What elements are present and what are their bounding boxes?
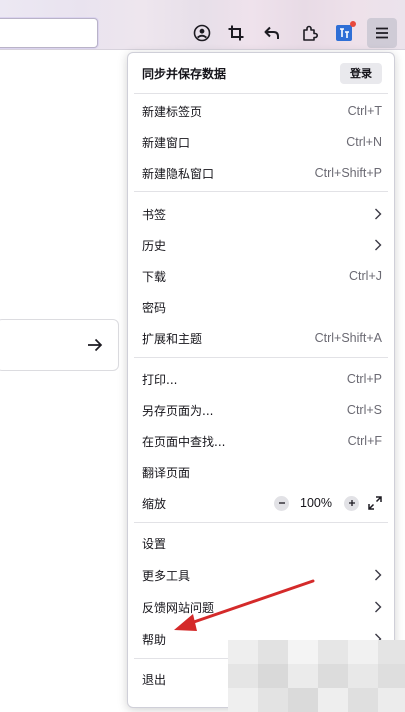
- zoom-out-button[interactable]: [274, 495, 289, 511]
- extensions-icon: [303, 25, 318, 41]
- menu-item-bookmarks[interactable]: 书签: [128, 199, 394, 229]
- menu-separator: [134, 191, 388, 192]
- zoom-in-button[interactable]: [344, 495, 359, 511]
- menu-item-print[interactable]: 打印... Ctrl+P: [128, 364, 394, 394]
- chevron-right-icon: [375, 208, 382, 220]
- menu-item-settings[interactable]: 设置: [128, 528, 394, 558]
- account-button[interactable]: [189, 20, 215, 46]
- chevron-right-icon: [375, 601, 382, 613]
- zoom-reset-button[interactable]: 100%: [298, 496, 334, 510]
- crop-screenshot-icon: [228, 25, 244, 41]
- menu-separator: [134, 93, 388, 94]
- browser-toolbar: [0, 0, 405, 50]
- menu-separator: [134, 522, 388, 523]
- app-menu-button[interactable]: [367, 18, 397, 48]
- menu-item-find-in-page[interactable]: 在页面中查找... Ctrl+F: [128, 426, 394, 456]
- minus-icon: [278, 502, 285, 504]
- address-bar[interactable]: [0, 18, 98, 48]
- menu-item-save-page-as[interactable]: 另存页面为... Ctrl+S: [128, 395, 394, 425]
- translate-extension-icon: [336, 25, 352, 41]
- undo-icon: [264, 26, 279, 39]
- menu-item-passwords[interactable]: 密码: [128, 292, 394, 322]
- hamburger-menu-icon: [376, 27, 388, 39]
- menu-item-report-site-issue[interactable]: 反馈网站问题: [128, 592, 394, 622]
- fullscreen-icon[interactable]: [368, 496, 382, 510]
- menu-zoom-row: 缩放 100%: [128, 488, 394, 518]
- account-icon: [193, 24, 211, 42]
- notification-badge: [350, 21, 356, 27]
- chevron-right-icon: [375, 569, 382, 581]
- sync-label: 同步并保存数据: [142, 66, 227, 81]
- arrow-right-icon[interactable]: [86, 337, 104, 353]
- extensions-button[interactable]: [297, 20, 323, 46]
- menu-item-history[interactable]: 历史: [128, 230, 394, 260]
- zoom-controls: 100%: [274, 495, 382, 511]
- translate-extension-button[interactable]: [331, 20, 357, 46]
- pixelated-watermark: [228, 640, 405, 712]
- screenshot-button[interactable]: [223, 20, 249, 46]
- chevron-right-icon: [375, 239, 382, 251]
- menu-separator: [134, 357, 388, 358]
- menu-item-new-window[interactable]: 新建窗口 Ctrl+N: [128, 127, 394, 157]
- back-button[interactable]: [259, 20, 285, 46]
- menu-item-more-tools[interactable]: 更多工具: [128, 560, 394, 590]
- menu-item-addons-themes[interactable]: 扩展和主题 Ctrl+Shift+A: [128, 323, 394, 353]
- zoom-label: 缩放: [142, 496, 167, 511]
- menu-item-translate-page[interactable]: 翻译页面: [128, 457, 394, 487]
- plus-icon: [348, 500, 355, 506]
- menu-item-new-tab[interactable]: 新建标签页 Ctrl+T: [128, 96, 394, 126]
- login-button[interactable]: 登录: [340, 62, 382, 84]
- sync-row: 同步并保存数据 登录: [128, 58, 394, 88]
- app-menu-panel: 同步并保存数据 登录 新建标签页 Ctrl+T 新建窗口 Ctrl+N 新建隐私…: [127, 52, 395, 708]
- menu-item-new-private-window[interactable]: 新建隐私窗口 Ctrl+Shift+P: [128, 158, 394, 188]
- menu-item-downloads[interactable]: 下载 Ctrl+J: [128, 261, 394, 291]
